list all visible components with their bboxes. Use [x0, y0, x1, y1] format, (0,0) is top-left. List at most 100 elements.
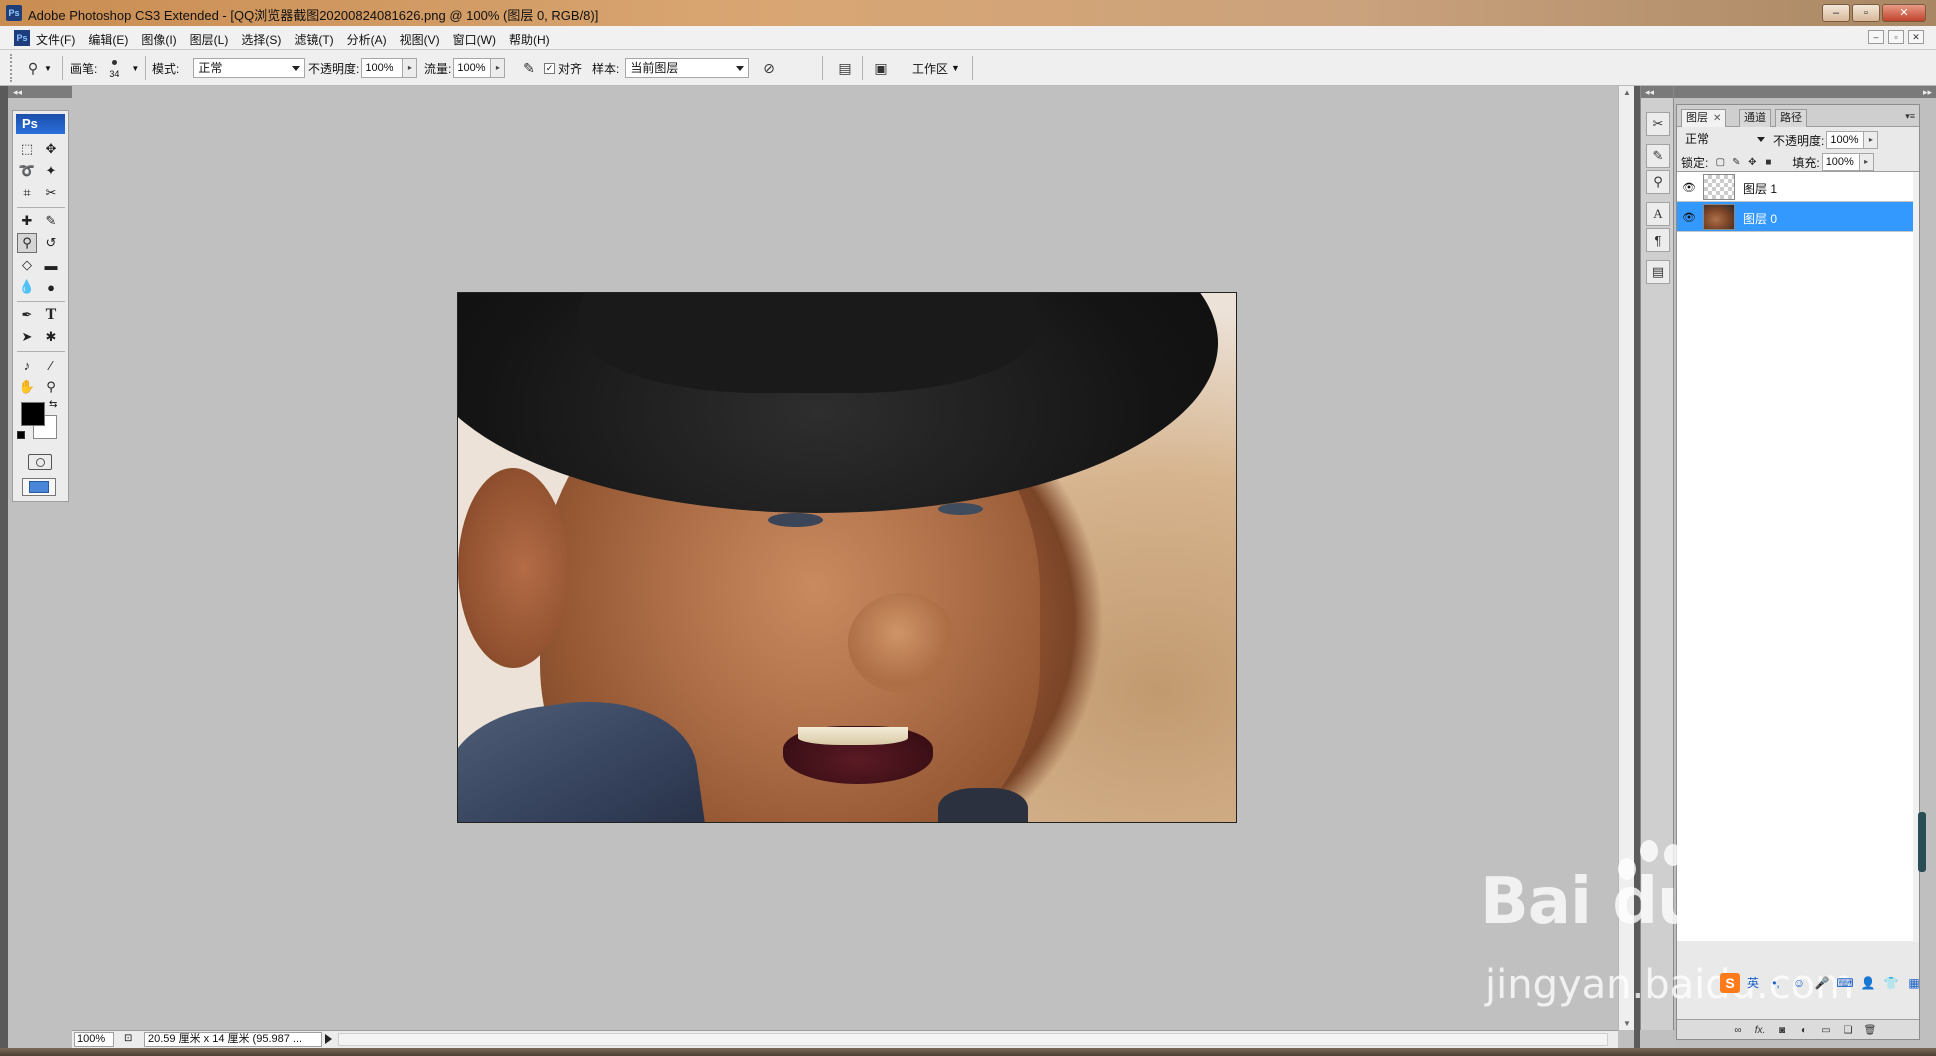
history-brush-tool-icon[interactable]: ↺	[41, 233, 61, 253]
horizontal-scrollbar[interactable]	[338, 1033, 1608, 1046]
status-menu-arrow-icon[interactable]	[325, 1034, 332, 1044]
palette-well-icon[interactable]: ▤	[834, 57, 856, 79]
marquee-tool-icon[interactable]: ⬚	[17, 139, 37, 159]
panels-header[interactable]: ▸▸	[1674, 86, 1936, 98]
foreground-color-swatch[interactable]	[21, 402, 45, 426]
workspace-option[interactable]: 工作区 ▼	[912, 50, 960, 86]
menu-filter[interactable]: 滤镜(T)	[294, 31, 333, 48]
photoshop-logo[interactable]: Ps	[16, 114, 65, 134]
dodge-tool-icon[interactable]: ●	[41, 277, 61, 297]
spot-healing-tool-icon[interactable]: ✚	[17, 211, 37, 231]
slice-tool-icon[interactable]: ✂	[41, 183, 61, 203]
strip-header[interactable]: ◂◂	[1641, 86, 1673, 98]
custom-shape-tool-icon[interactable]: ✱	[41, 327, 61, 347]
lock-transparent-icon[interactable]: ▢	[1714, 156, 1726, 168]
layer-opacity-slider-toggle[interactable]: ▸	[1864, 131, 1879, 149]
doc-close-button[interactable]: ✕	[1908, 30, 1924, 44]
ime-emoji-icon[interactable]: ☺	[1789, 974, 1809, 992]
menu-select[interactable]: 选择(S)	[241, 31, 281, 48]
fill-slider-toggle[interactable]: ▸	[1859, 153, 1874, 171]
brushes-panel-icon[interactable]: ✎	[1646, 144, 1670, 168]
layer-comps-panel-icon[interactable]: ▤	[1646, 260, 1670, 284]
workspace-label[interactable]: 工作区	[912, 60, 948, 77]
gradient-tool-icon[interactable]: ▬	[41, 255, 61, 275]
eraser-tool-icon[interactable]: ◇	[17, 255, 37, 275]
delete-layer-icon[interactable]: 🗑	[1863, 1023, 1877, 1037]
document-canvas[interactable]	[457, 292, 1237, 823]
new-layer-icon[interactable]: ❏	[1841, 1023, 1855, 1037]
menu-help[interactable]: 帮助(H)	[509, 31, 550, 48]
screen-mode-button[interactable]	[22, 478, 56, 496]
move-tool-icon[interactable]: ✥	[41, 139, 61, 159]
quick-mask-button[interactable]	[28, 454, 52, 470]
menu-layer[interactable]: 图层(L)	[190, 31, 229, 48]
zoom-level-input[interactable]: 100%	[74, 1032, 114, 1047]
lock-pixels-icon[interactable]: ✎	[1730, 156, 1742, 168]
maximize-button[interactable]: ▫	[1852, 4, 1880, 22]
chevron-down-icon[interactable]: ▼	[131, 64, 139, 73]
panel-resize-handle[interactable]	[1918, 812, 1926, 872]
path-selection-tool-icon[interactable]: ➤	[17, 327, 37, 347]
menu-image[interactable]: 图像(I)	[141, 31, 176, 48]
flow-input[interactable]: 100%	[453, 58, 492, 78]
ime-punctuation-icon[interactable]: •,	[1766, 974, 1786, 992]
mode-select[interactable]: 正常	[193, 58, 306, 78]
tab-channels[interactable]: 通道	[1739, 109, 1771, 127]
paragraph-panel-icon[interactable]: ¶	[1646, 228, 1670, 252]
lasso-tool-icon[interactable]: ➰	[17, 161, 37, 181]
notes-tool-icon[interactable]: ♪	[17, 355, 37, 375]
layer-row[interactable]: 👁 图层 0	[1677, 202, 1913, 232]
layer-name[interactable]: 图层 1	[1743, 180, 1777, 197]
brush-picker[interactable]: 34	[103, 54, 131, 82]
type-tool-icon[interactable]: T	[41, 305, 61, 325]
ime-voice-icon[interactable]: 🎤	[1812, 974, 1832, 992]
flow-slider-toggle[interactable]: ▸	[491, 58, 506, 78]
pen-tool-icon[interactable]: ✒	[17, 305, 37, 325]
minimize-button[interactable]: –	[1822, 4, 1850, 22]
layer-style-icon[interactable]: fx.	[1753, 1023, 1767, 1037]
sample-select[interactable]: 当前图层	[625, 58, 750, 78]
menu-edit[interactable]: 编辑(E)	[88, 31, 128, 48]
brush-tool-icon[interactable]: ✎	[41, 211, 61, 231]
layer-name[interactable]: 图层 0	[1743, 210, 1777, 227]
tab-layers[interactable]: 图层 ✕	[1681, 109, 1727, 127]
doc-restore-button[interactable]: ▫	[1888, 30, 1904, 44]
close-button[interactable]: ✕	[1882, 4, 1926, 22]
document-info-icon[interactable]: ⊡	[124, 1033, 132, 1044]
blend-mode-select[interactable]: 正常	[1681, 130, 1769, 150]
collapse-icon[interactable]: ◂◂	[13, 86, 22, 98]
doc-minimize-button[interactable]: –	[1868, 30, 1884, 44]
lock-all-icon[interactable]: ■	[1762, 156, 1774, 168]
zoom-tool-icon[interactable]: ⚲	[41, 377, 61, 397]
document-icon[interactable]: Ps	[14, 30, 30, 46]
fill-input[interactable]: 100%	[1821, 153, 1860, 171]
new-group-icon[interactable]: ▭	[1819, 1023, 1833, 1037]
options-grip[interactable]	[10, 54, 14, 82]
clone-stamp-tool-icon[interactable]: ⚲	[17, 233, 37, 253]
layer-opacity-input[interactable]: 100%	[1826, 131, 1865, 149]
layer-row[interactable]: 👁 图层 1	[1677, 172, 1913, 202]
aligned-option[interactable]: ✓ 对齐	[544, 50, 582, 86]
vertical-scrollbar[interactable]: ▲ ▼	[1618, 86, 1634, 1030]
hand-tool-icon[interactable]: ✋	[17, 377, 37, 397]
menu-window[interactable]: 窗口(W)	[453, 31, 496, 48]
add-mask-icon[interactable]: ◙	[1775, 1023, 1789, 1037]
toolbox-header[interactable]: ◂◂	[8, 86, 72, 98]
link-layers-icon[interactable]: ∞	[1731, 1023, 1745, 1037]
eye-icon[interactable]: 👁	[1681, 209, 1697, 225]
default-colors-icon[interactable]	[17, 431, 25, 439]
lock-position-icon[interactable]: ✥	[1746, 156, 1758, 168]
airbrush-icon[interactable]: ✎	[518, 57, 540, 79]
ime-skin-icon[interactable]: 👕	[1881, 974, 1901, 992]
scroll-down-icon[interactable]: ▼	[1623, 1019, 1631, 1028]
ime-tools-icon[interactable]: ▦	[1904, 974, 1924, 992]
close-icon[interactable]: ✕	[1713, 113, 1721, 124]
crop-tool-icon[interactable]: ⌗	[17, 183, 37, 203]
character-panel-icon[interactable]: A	[1646, 202, 1670, 226]
opacity-slider-toggle[interactable]: ▸	[403, 58, 418, 78]
clone-source-panel-icon[interactable]: ⚲	[1646, 170, 1670, 194]
ime-keyboard-icon[interactable]: ⌨	[1835, 974, 1855, 992]
eyedropper-tool-icon[interactable]: ⁄	[41, 355, 61, 375]
panel-menu-icon[interactable]: ▾≡	[1905, 111, 1915, 122]
blur-tool-icon[interactable]: 💧	[17, 277, 37, 297]
